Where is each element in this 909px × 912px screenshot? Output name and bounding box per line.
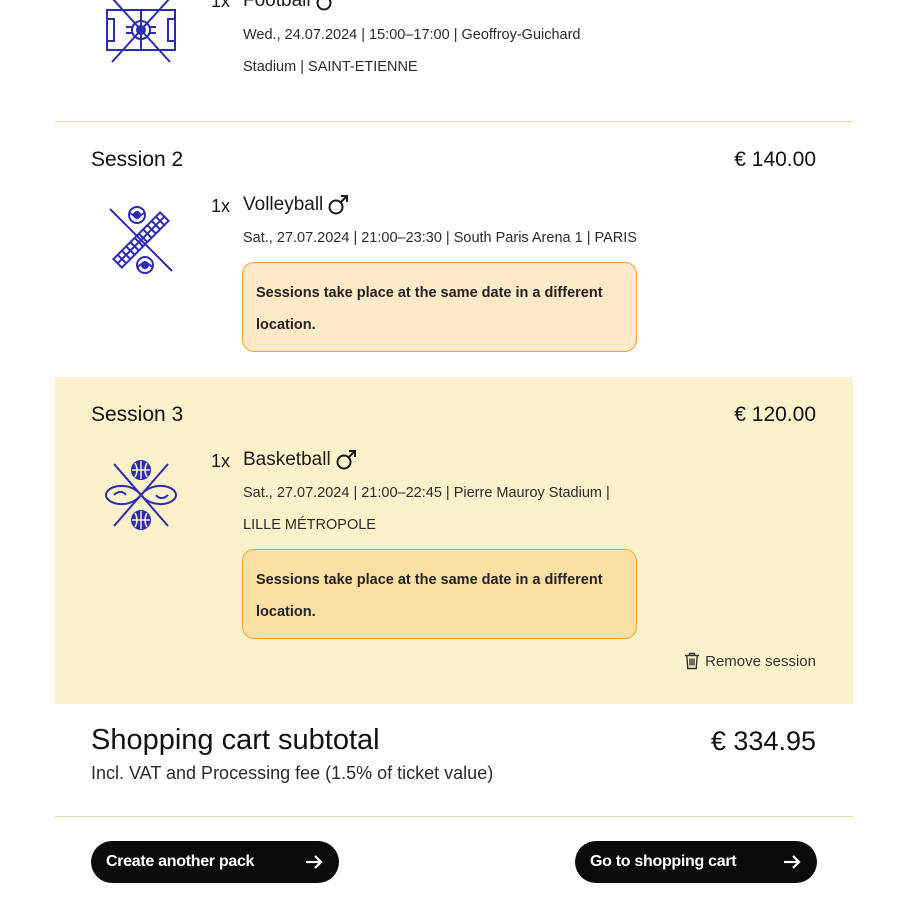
subtotal-price: € 334.95 bbox=[710, 726, 816, 756]
session3-sport-label: Basketball bbox=[243, 449, 331, 470]
session1-details: Wed., 24.07.2024 | 15:00–17:00 | Geoffro… bbox=[243, 19, 581, 83]
session2-price: € 140.00 bbox=[734, 148, 816, 171]
session1-sport-label: Football bbox=[243, 0, 311, 11]
male-icon bbox=[327, 194, 349, 216]
arrow-right-icon bbox=[783, 853, 801, 871]
session2-location-warning: Sessions take place at the same date in … bbox=[242, 262, 637, 352]
session1-quantity: 1x bbox=[211, 0, 231, 11]
session2-quantity: 1x bbox=[211, 196, 231, 216]
session2-details: Sat., 27.07.2024 | 21:00–23:30 | South P… bbox=[243, 222, 637, 254]
divider bbox=[55, 121, 853, 122]
go-to-shopping-cart-label: Go to shopping cart bbox=[590, 853, 737, 870]
remove-session-label: Remove session bbox=[705, 652, 816, 670]
divider bbox=[55, 816, 853, 817]
session2-title: Session 2 bbox=[91, 148, 184, 171]
remove-session-button[interactable]: Remove session bbox=[684, 652, 816, 670]
male-icon bbox=[335, 449, 357, 471]
session1-details-line2: Stadium | SAINT-ETIENNE bbox=[243, 59, 418, 75]
session3-details-line1: Sat., 27.07.2024 | 21:00–22:45 | Pierre … bbox=[243, 485, 610, 501]
create-another-pack-label: Create another pack bbox=[106, 853, 255, 870]
male-icon bbox=[315, 0, 337, 12]
session1-details-line1: Wed., 24.07.2024 | 15:00–17:00 | Geoffro… bbox=[243, 27, 581, 43]
session2-details-line1: Sat., 27.07.2024 | 21:00–23:30 | South P… bbox=[243, 230, 637, 246]
session2-sport-name: Volleyball bbox=[243, 194, 349, 216]
subtotal-note: Incl. VAT and Processing fee (1.5% of ti… bbox=[91, 763, 494, 783]
session3-price: € 120.00 bbox=[734, 403, 816, 426]
go-to-shopping-cart-button[interactable]: Go to shopping cart bbox=[575, 841, 817, 883]
session3-details-line2: LILLE MÉTROPOLE bbox=[243, 517, 376, 533]
session2-sport-label: Volleyball bbox=[243, 194, 324, 215]
trash-icon bbox=[684, 652, 700, 670]
session3-quantity: 1x bbox=[211, 451, 231, 471]
session3-details: Sat., 27.07.2024 | 21:00–22:45 | Pierre … bbox=[243, 477, 610, 541]
session3-location-warning: Sessions take place at the same date in … bbox=[242, 549, 637, 639]
arrow-right-icon bbox=[305, 853, 323, 871]
subtotal-title: Shopping cart subtotal bbox=[91, 724, 380, 756]
volleyball-pictogram-icon bbox=[104, 203, 178, 277]
session3-sport-name: Basketball bbox=[243, 449, 357, 471]
football-pictogram-icon bbox=[104, 0, 178, 66]
session1-sport-name: Football bbox=[243, 0, 337, 12]
session3-title: Session 3 bbox=[91, 403, 184, 426]
create-another-pack-button[interactable]: Create another pack bbox=[91, 841, 339, 883]
basketball-pictogram-icon bbox=[104, 458, 178, 532]
